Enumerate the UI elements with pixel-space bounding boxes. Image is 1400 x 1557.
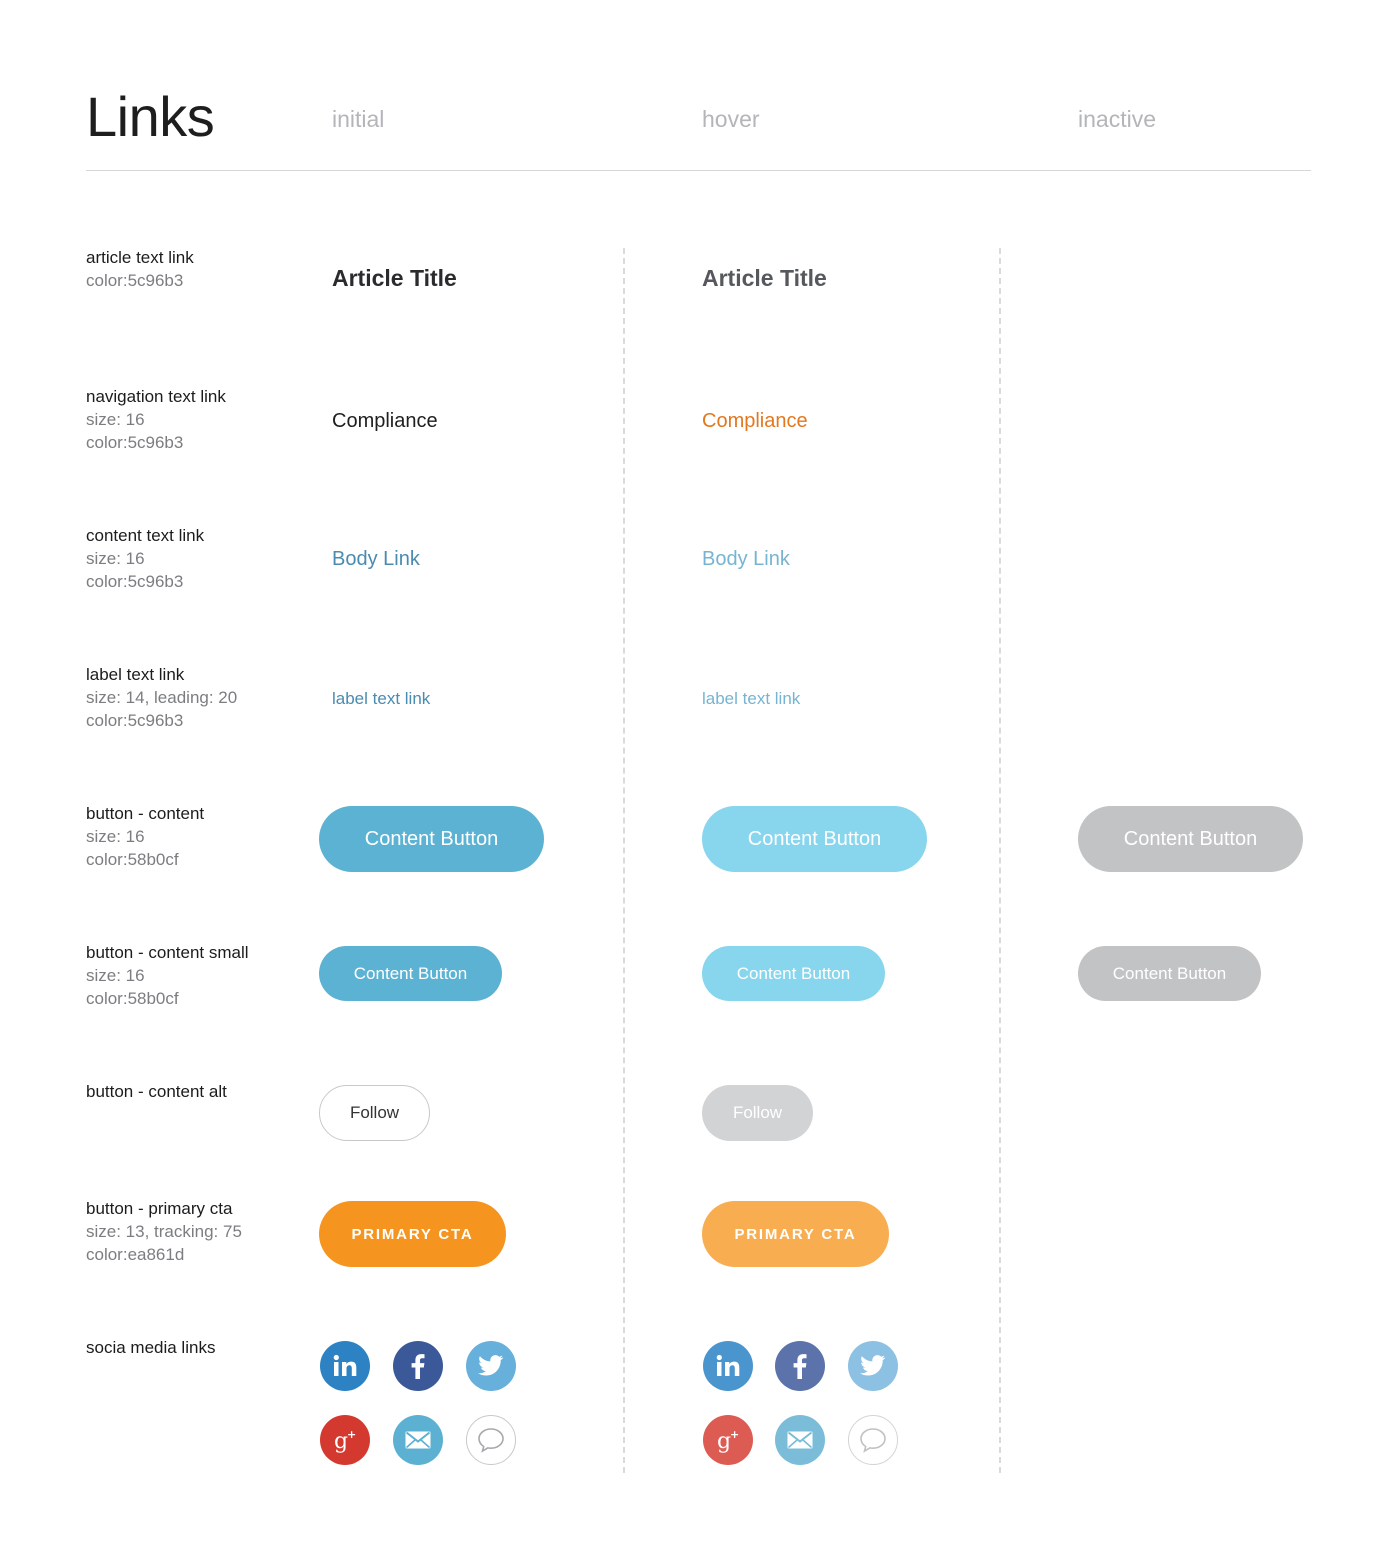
content-button-initial[interactable]: Content Button bbox=[319, 806, 544, 872]
column-separator-hover-inactive bbox=[999, 248, 1001, 1473]
twitter-icon[interactable] bbox=[848, 1341, 898, 1391]
facebook-icon[interactable] bbox=[393, 1341, 443, 1391]
twitter-icon[interactable] bbox=[466, 1341, 516, 1391]
content-button-small-inactive: Content Button bbox=[1078, 946, 1261, 1001]
row-meta: size: 14, leading: 20 bbox=[86, 688, 238, 707]
svg-text:+: + bbox=[347, 1428, 356, 1441]
svg-text:+: + bbox=[730, 1428, 739, 1441]
row-label-button-primary-cta: button - primary cta size: 13, tracking:… bbox=[86, 1197, 242, 1266]
row-name: content text link bbox=[86, 526, 205, 545]
row-meta: size: 16 bbox=[86, 549, 145, 568]
follow-button-hover[interactable]: Follow bbox=[702, 1085, 813, 1141]
linkedin-icon[interactable] bbox=[320, 1341, 370, 1391]
row-label-navigation: navigation text link size: 16 color:5c96… bbox=[86, 385, 226, 454]
facebook-icon[interactable] bbox=[775, 1341, 825, 1391]
nav-link-initial[interactable]: Compliance bbox=[332, 408, 438, 434]
nav-link-hover[interactable]: Compliance bbox=[702, 408, 808, 434]
google-plus-icon[interactable]: g + bbox=[703, 1415, 753, 1465]
primary-cta-button-initial[interactable]: PRIMARY CTA bbox=[319, 1201, 506, 1267]
column-heading-hover: hover bbox=[702, 106, 760, 132]
row-meta: color:5c96b3 bbox=[86, 433, 184, 452]
row-name: navigation text link bbox=[86, 387, 226, 406]
row-meta: size: 16 bbox=[86, 410, 145, 429]
row-label-label-link: label text link size: 14, leading: 20 co… bbox=[86, 663, 237, 732]
email-icon[interactable] bbox=[393, 1415, 443, 1465]
row-label-button-content-alt: button - content alt bbox=[86, 1080, 227, 1103]
content-button-small-hover[interactable]: Content Button bbox=[702, 946, 885, 1001]
row-label-social: socia media links bbox=[86, 1336, 215, 1359]
comment-icon[interactable] bbox=[848, 1415, 898, 1465]
email-icon[interactable] bbox=[775, 1415, 825, 1465]
row-name: button - content alt bbox=[86, 1082, 227, 1101]
row-label-button-content: button - content size: 16 color:58b0cf bbox=[86, 802, 204, 871]
row-meta: color:58b0cf bbox=[86, 989, 179, 1008]
row-meta: color:5c96b3 bbox=[86, 711, 184, 730]
row-meta: color:58b0cf bbox=[86, 850, 179, 869]
row-meta: size: 13, tracking: 75 bbox=[86, 1222, 242, 1241]
primary-cta-button-hover[interactable]: PRIMARY CTA bbox=[702, 1201, 889, 1267]
page-title: Links bbox=[86, 85, 215, 148]
row-meta: color:5c96b3 bbox=[86, 271, 184, 290]
row-meta: size: 16 bbox=[86, 966, 145, 985]
row-name: article text link bbox=[86, 248, 194, 267]
row-meta: size: 16 bbox=[86, 827, 145, 846]
row-label-article: article text link color:5c96b3 bbox=[86, 246, 194, 292]
content-button-inactive: Content Button bbox=[1078, 806, 1303, 872]
label-link-initial[interactable]: label text link bbox=[332, 688, 430, 710]
content-button-hover[interactable]: Content Button bbox=[702, 806, 927, 872]
column-heading-initial: initial bbox=[332, 106, 385, 132]
comment-icon[interactable] bbox=[466, 1415, 516, 1465]
article-title-link-initial[interactable]: Article Title bbox=[332, 263, 457, 293]
row-name: button - primary cta bbox=[86, 1199, 233, 1218]
row-name: button - content bbox=[86, 804, 205, 823]
row-name: socia media links bbox=[86, 1338, 216, 1357]
header-divider bbox=[86, 170, 1311, 171]
row-meta: color:5c96b3 bbox=[86, 572, 184, 591]
follow-button-initial[interactable]: Follow bbox=[319, 1085, 430, 1141]
svg-text:g: g bbox=[717, 1429, 731, 1453]
row-label-content: content text link size: 16 color:5c96b3 bbox=[86, 524, 204, 593]
row-meta: color:ea861d bbox=[86, 1245, 185, 1264]
row-name: button - content small bbox=[86, 943, 249, 962]
body-link-hover[interactable]: Body Link bbox=[702, 546, 790, 572]
article-title-link-hover[interactable]: Article Title bbox=[702, 263, 827, 293]
column-heading-inactive: inactive bbox=[1078, 106, 1156, 132]
row-label-button-content-small: button - content small size: 16 color:58… bbox=[86, 941, 249, 1010]
google-plus-icon[interactable]: g + bbox=[320, 1415, 370, 1465]
body-link-initial[interactable]: Body Link bbox=[332, 546, 420, 572]
label-link-hover[interactable]: label text link bbox=[702, 688, 800, 710]
svg-text:g: g bbox=[334, 1429, 348, 1453]
content-button-small-initial[interactable]: Content Button bbox=[319, 946, 502, 1001]
row-name: label text link bbox=[86, 665, 185, 684]
column-separator-initial-hover bbox=[623, 248, 625, 1473]
linkedin-icon[interactable] bbox=[703, 1341, 753, 1391]
